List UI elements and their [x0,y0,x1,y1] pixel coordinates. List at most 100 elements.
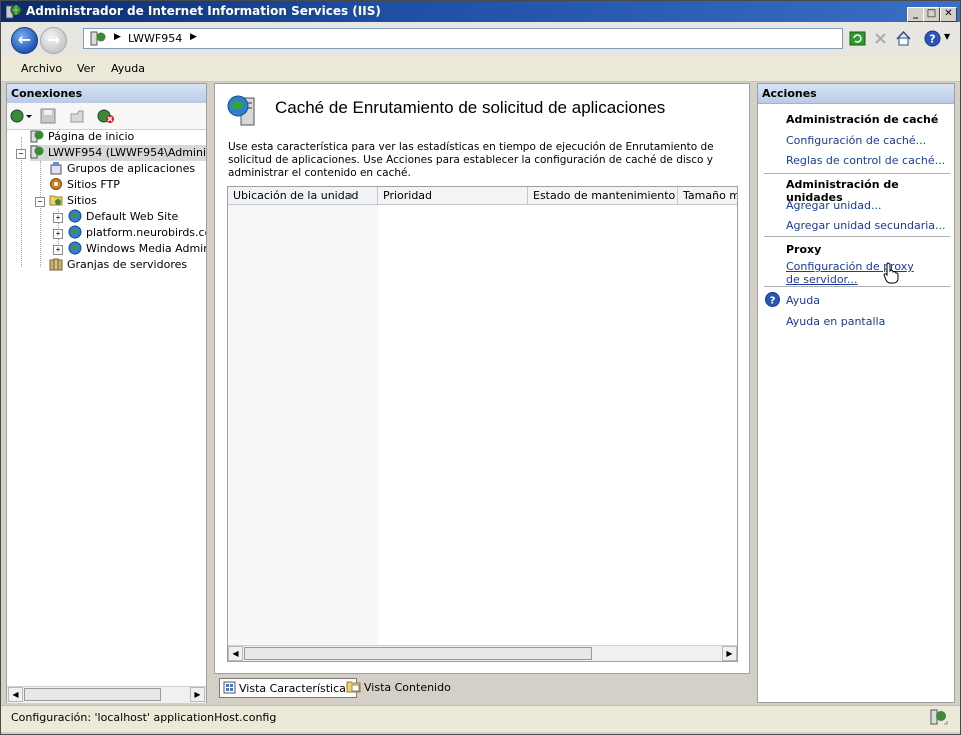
server-status-icon [930,709,948,725]
column-max-size[interactable]: Tamaño má [678,187,737,204]
tree-item-server[interactable]: LWWF954 (LWWF954\Administra [30,145,206,161]
app-pool-icon [50,162,62,175]
connections-toolbar [7,103,206,130]
refresh-icon[interactable] [849,30,866,47]
cache-drives-grid[interactable]: Ubicación de la unidad ▲ Prioridad Estad… [227,186,738,662]
window-title: Administrador de Internet Information Se… [26,4,381,18]
column-drive-location[interactable]: Ubicación de la unidad ▲ [228,187,378,204]
connections-header: Conexiones [7,84,206,104]
up-level-icon[interactable] [69,108,85,124]
start-page-icon [30,130,44,143]
link-help[interactable]: Ayuda [786,294,820,307]
back-arrow-icon: ← [17,30,32,49]
globe-icon [68,209,82,223]
link-add-secondary-drive[interactable]: Agregar unidad secundaria... [786,219,946,232]
column-priority[interactable]: Prioridad [378,187,528,204]
minimize-button[interactable]: _ [907,7,924,22]
tree-item-sites[interactable]: Sitios [49,193,97,209]
breadcrumb-arrow-icon[interactable]: ▶ [114,32,121,42]
globe-icon [68,225,82,239]
globe-icon [68,241,82,255]
column-label: Ubicación de la unidad [233,189,359,202]
svg-text:?: ? [929,33,935,46]
breadcrumb-arrow-icon[interactable]: ▶ [190,32,197,42]
scroll-right-button[interactable]: ▶ [722,646,737,661]
navigation-bar: ← → ▶ LWWF954 ▶ ? ▼ [1,22,960,56]
scroll-thumb[interactable] [24,688,161,701]
menu-bar: Archivo Ver Ayuda [1,56,960,82]
tree-item-app-pools[interactable]: Grupos de aplicaciones [49,161,195,177]
breadcrumb-server[interactable]: LWWF954 [128,32,182,45]
sorted-column-shading [228,205,378,645]
connections-hscrollbar[interactable]: ◀ ▶ [7,686,206,703]
back-button[interactable]: ← [11,27,38,54]
scroll-left-button[interactable]: ◀ [228,646,243,661]
content-view-icon [346,681,361,693]
separator [764,173,950,174]
menu-ver[interactable]: Ver [77,62,95,75]
server-icon [90,31,106,46]
feature-description: Use esta característica para ver las est… [228,141,714,179]
tab-content-view[interactable]: Vista Contenido [343,678,455,698]
actions-header: Acciones [758,84,954,104]
folder-icon [49,195,63,206]
tree-item-server-farms[interactable]: Granjas de servidores [49,257,187,273]
status-text: Configuración: 'localhost' applicationHo… [11,711,277,724]
tree-item-ftp-sites[interactable]: Sitios FTP [49,177,120,193]
tree-label: Sitios [67,194,97,207]
close-button[interactable]: ✕ [940,7,957,22]
features-view-icon [223,681,236,694]
tab-features-view[interactable]: Vista Características [219,678,357,698]
link-cache-control-rules[interactable]: Reglas de control de caché... [786,154,945,167]
home-icon[interactable] [895,30,912,47]
address-bar[interactable]: ▶ LWWF954 ▶ [83,28,843,49]
forward-button[interactable]: → [40,27,67,54]
view-tabs: Vista Características Vista Contenido [214,678,750,700]
expand-toggle[interactable]: + [53,229,63,239]
feature-title: Caché de Enrutamiento de solicitud de ap… [275,98,666,117]
scroll-thumb[interactable] [244,647,592,660]
tree-item-windows-media[interactable]: Windows Media Administ [68,241,206,257]
tree-item-default-web-site[interactable]: Default Web Site [68,209,178,225]
expand-toggle[interactable]: + [53,213,63,223]
expand-toggle[interactable]: + [53,245,63,255]
tree-item-platform-neurobirds[interactable]: platform.neurobirds.com [68,225,206,241]
menu-archivo[interactable]: Archivo [21,62,62,75]
link-online-help[interactable]: Ayuda en pantalla [786,315,885,328]
title-bar[interactable]: Administrador de Internet Information Se… [1,1,960,22]
svg-text:?: ? [770,296,776,307]
arr-cache-feature-icon [227,95,255,126]
scroll-right-button[interactable]: ▶ [190,687,205,702]
connect-icon[interactable] [10,108,32,124]
status-bar: Configuración: 'localhost' applicationHo… [1,705,960,732]
grid-hscrollbar[interactable]: ◀ ▶ [228,645,737,661]
grid-header: Ubicación de la unidad ▲ Prioridad Estad… [228,187,737,205]
sort-ascending-icon: ▲ [348,191,354,199]
help-dropdown-icon[interactable]: ▼ [944,32,950,41]
collapse-toggle[interactable]: − [16,149,26,159]
connections-tree: Página de inicio − LWWF954 (LWWF954\Admi… [7,129,206,684]
link-server-proxy-settings[interactable]: Configuración de proxy de servidor... [786,260,926,286]
delete-connection-icon[interactable] [97,108,115,124]
forward-arrow-icon: → [46,30,61,49]
group-cache-management: Administración de caché [786,113,939,126]
link-cache-settings[interactable]: Configuración de caché... [786,134,926,147]
server-icon [30,145,44,159]
server-farm-icon [49,258,63,271]
menu-ayuda[interactable]: Ayuda [111,62,145,75]
column-health-status[interactable]: Estado de mantenimiento [528,187,678,204]
save-icon[interactable] [40,108,56,124]
tree-label: LWWF954 (LWWF954\Administra [48,146,206,159]
hand-cursor-icon [883,262,899,284]
iis-app-icon [6,4,22,19]
tab-label: Vista Contenido [364,681,451,694]
maximize-button[interactable]: □ [923,7,940,22]
stop-icon[interactable] [872,30,889,47]
collapse-toggle[interactable]: − [35,197,45,207]
help-icon[interactable]: ? [924,30,941,47]
group-proxy: Proxy [786,243,822,256]
scroll-left-button[interactable]: ◀ [8,687,23,702]
link-add-drive[interactable]: Agregar unidad... [786,199,882,212]
separator [764,286,950,287]
tree-item-start-page[interactable]: Página de inicio [30,129,134,145]
